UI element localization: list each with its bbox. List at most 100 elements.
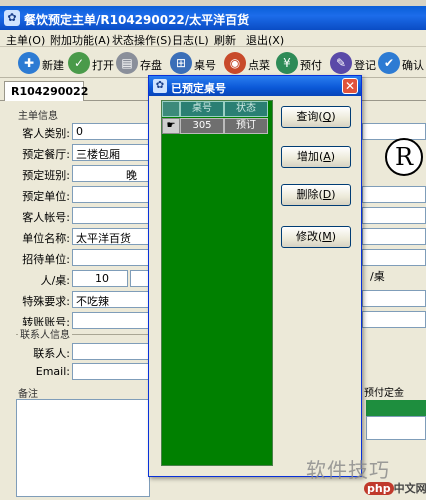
main-title-bar[interactable]: ✿ 餐饮预定主单/R104290022/太平洋百货	[0, 6, 426, 30]
modify-button[interactable]: 修改(M)	[281, 226, 351, 248]
order-label: 点菜	[248, 59, 270, 72]
save-icon: ▤	[116, 52, 138, 74]
right-field-4[interactable]	[362, 228, 426, 245]
watermark: 软件技巧 php 中文网	[300, 450, 426, 500]
unit-field[interactable]	[72, 186, 150, 203]
new-document-icon: ✚	[18, 52, 40, 74]
menu-order[interactable]: 主单(O)	[6, 32, 45, 48]
remarks-label: 备注	[18, 389, 38, 400]
dish-icon: ◉	[224, 52, 246, 74]
save-label: 存盘	[140, 59, 162, 72]
menu-extra-functions[interactable]: 附加功能(A)	[50, 32, 110, 48]
toolbar: ✚ 新建 ✓ 打开 ▤ 存盘 ⊞ 桌号 ◉ 点菜 ¥ 预付 ✎ 登记 ✔ 确认	[0, 47, 426, 78]
cell-status[interactable]: 预订	[224, 118, 268, 134]
contact-field[interactable]	[72, 343, 150, 360]
add-button[interactable]: 增加(A)	[281, 146, 351, 168]
close-icon[interactable]: ✕	[342, 78, 358, 94]
per-table-suffix: /桌	[370, 270, 385, 283]
register-icon: ✎	[330, 52, 352, 74]
query-button[interactable]: 查询(Q)	[281, 106, 351, 128]
watermark-text: 软件技巧	[306, 458, 390, 482]
query-hotkey: Q	[322, 110, 332, 123]
host-field[interactable]	[72, 249, 150, 266]
modify-hotkey: M	[322, 230, 332, 243]
guest-type-label: 客人类别:	[22, 127, 70, 140]
special-request-field[interactable]: 不吃辣	[72, 291, 150, 308]
restaurant-field[interactable]: 三楼包厢	[72, 144, 150, 161]
table-row[interactable]: ☛ 305 预订	[162, 118, 272, 134]
menu-status-ops[interactable]: 状态操作(S)	[112, 32, 172, 48]
restaurant-label: 预定餐厅:	[22, 148, 70, 161]
dialog-app-icon: ✿	[153, 79, 167, 93]
row-pointer-icon: ☛	[162, 118, 180, 134]
guest-type-field[interactable]: 0	[72, 123, 150, 140]
right-field-7[interactable]	[362, 311, 426, 328]
delete-hotkey: D	[322, 188, 332, 201]
menu-refresh[interactable]: 刷新	[214, 32, 236, 48]
people-extra-field[interactable]	[130, 270, 150, 287]
register-button[interactable]: ✎ 登记	[330, 50, 376, 75]
account-label: 客人帐号:	[22, 211, 70, 224]
unit-label: 预定单位:	[22, 190, 70, 203]
group-main-caption: 主单信息	[18, 111, 58, 122]
prepaid-deposit-label: 预付定金	[364, 388, 404, 399]
add-hotkey: A	[323, 150, 331, 163]
tab-order-id[interactable]: R104290022	[4, 81, 88, 101]
confirm-button[interactable]: ✔ 确认	[378, 50, 424, 75]
register-label: 登记	[354, 59, 376, 72]
open-button[interactable]: ✓ 打开	[68, 50, 114, 75]
order-dishes-button[interactable]: ◉ 点菜	[224, 50, 270, 75]
delete-button[interactable]: 删除(D)	[281, 184, 351, 206]
modify-button-label: 修改	[295, 230, 318, 243]
grid-corner	[162, 101, 180, 117]
remarks-field[interactable]	[16, 399, 150, 497]
prepaid-table-header	[366, 400, 426, 416]
group-contact-caption: 联系人信息	[18, 326, 72, 341]
watermark-logo: php 中文网	[364, 480, 426, 496]
right-field-5[interactable]	[362, 249, 426, 266]
prepay-label: 预付	[300, 59, 322, 72]
menu-log[interactable]: 日志(L)	[172, 32, 209, 48]
cell-table-number[interactable]: 305	[180, 118, 224, 134]
people-label: 人/桌:	[40, 274, 70, 287]
open-folder-icon: ✓	[68, 52, 90, 74]
shift-field[interactable]: 晚	[72, 165, 150, 182]
new-label: 新建	[42, 59, 64, 72]
dialog-title-bar[interactable]: ✿ 已预定桌号 ✕	[149, 76, 361, 96]
company-field[interactable]: 太平洋百货	[72, 228, 150, 245]
right-field-2[interactable]	[362, 186, 426, 203]
people-per-table-field[interactable]: 10	[72, 270, 128, 287]
registered-stamp: R	[385, 138, 423, 176]
menu-bar: 主单(O) 附加功能(A) 状态操作(S) 日志(L) 刷新 退出(X)	[0, 30, 426, 47]
dialog-title: 已预定桌号	[171, 82, 226, 95]
column-header-status[interactable]: 状态	[224, 101, 268, 117]
special-request-label: 特殊要求:	[22, 295, 70, 308]
prepay-button[interactable]: ¥ 预付	[276, 50, 322, 75]
reserved-tables-grid[interactable]: 桌号 状态 ☛ 305 预订	[161, 100, 273, 466]
table-icon: ⊞	[170, 52, 192, 74]
new-button[interactable]: ✚ 新建	[18, 50, 64, 75]
table-number-button[interactable]: ⊞ 桌号	[170, 50, 216, 75]
company-label: 单位名称:	[22, 232, 70, 245]
add-button-label: 增加	[296, 150, 319, 163]
app-icon: ✿	[4, 10, 20, 26]
prepay-icon: ¥	[276, 52, 298, 74]
prepaid-table[interactable]	[366, 416, 426, 440]
account-field[interactable]	[72, 207, 150, 224]
grid-header-row: 桌号 状态	[162, 101, 272, 117]
contact-label: 联系人:	[33, 347, 70, 360]
host-label: 招待单位:	[22, 253, 70, 266]
column-header-table[interactable]: 桌号	[180, 101, 224, 117]
table-label: 桌号	[194, 59, 216, 72]
reserved-tables-dialog: ✿ 已预定桌号 ✕ 桌号 状态 ☛ 305 预订 查询(Q) 增加(A) 删除(…	[148, 75, 362, 477]
menu-exit[interactable]: 退出(X)	[246, 32, 284, 48]
right-field-1[interactable]	[362, 123, 426, 140]
watermark-php: php	[364, 482, 394, 495]
email-label: Email:	[35, 365, 70, 378]
watermark-cn: 中文网	[393, 482, 426, 495]
right-field-6[interactable]	[362, 290, 426, 307]
email-field[interactable]	[72, 363, 150, 380]
right-field-3[interactable]	[362, 207, 426, 224]
transfer-account-field[interactable]	[72, 312, 150, 329]
save-button[interactable]: ▤ 存盘	[116, 50, 162, 75]
